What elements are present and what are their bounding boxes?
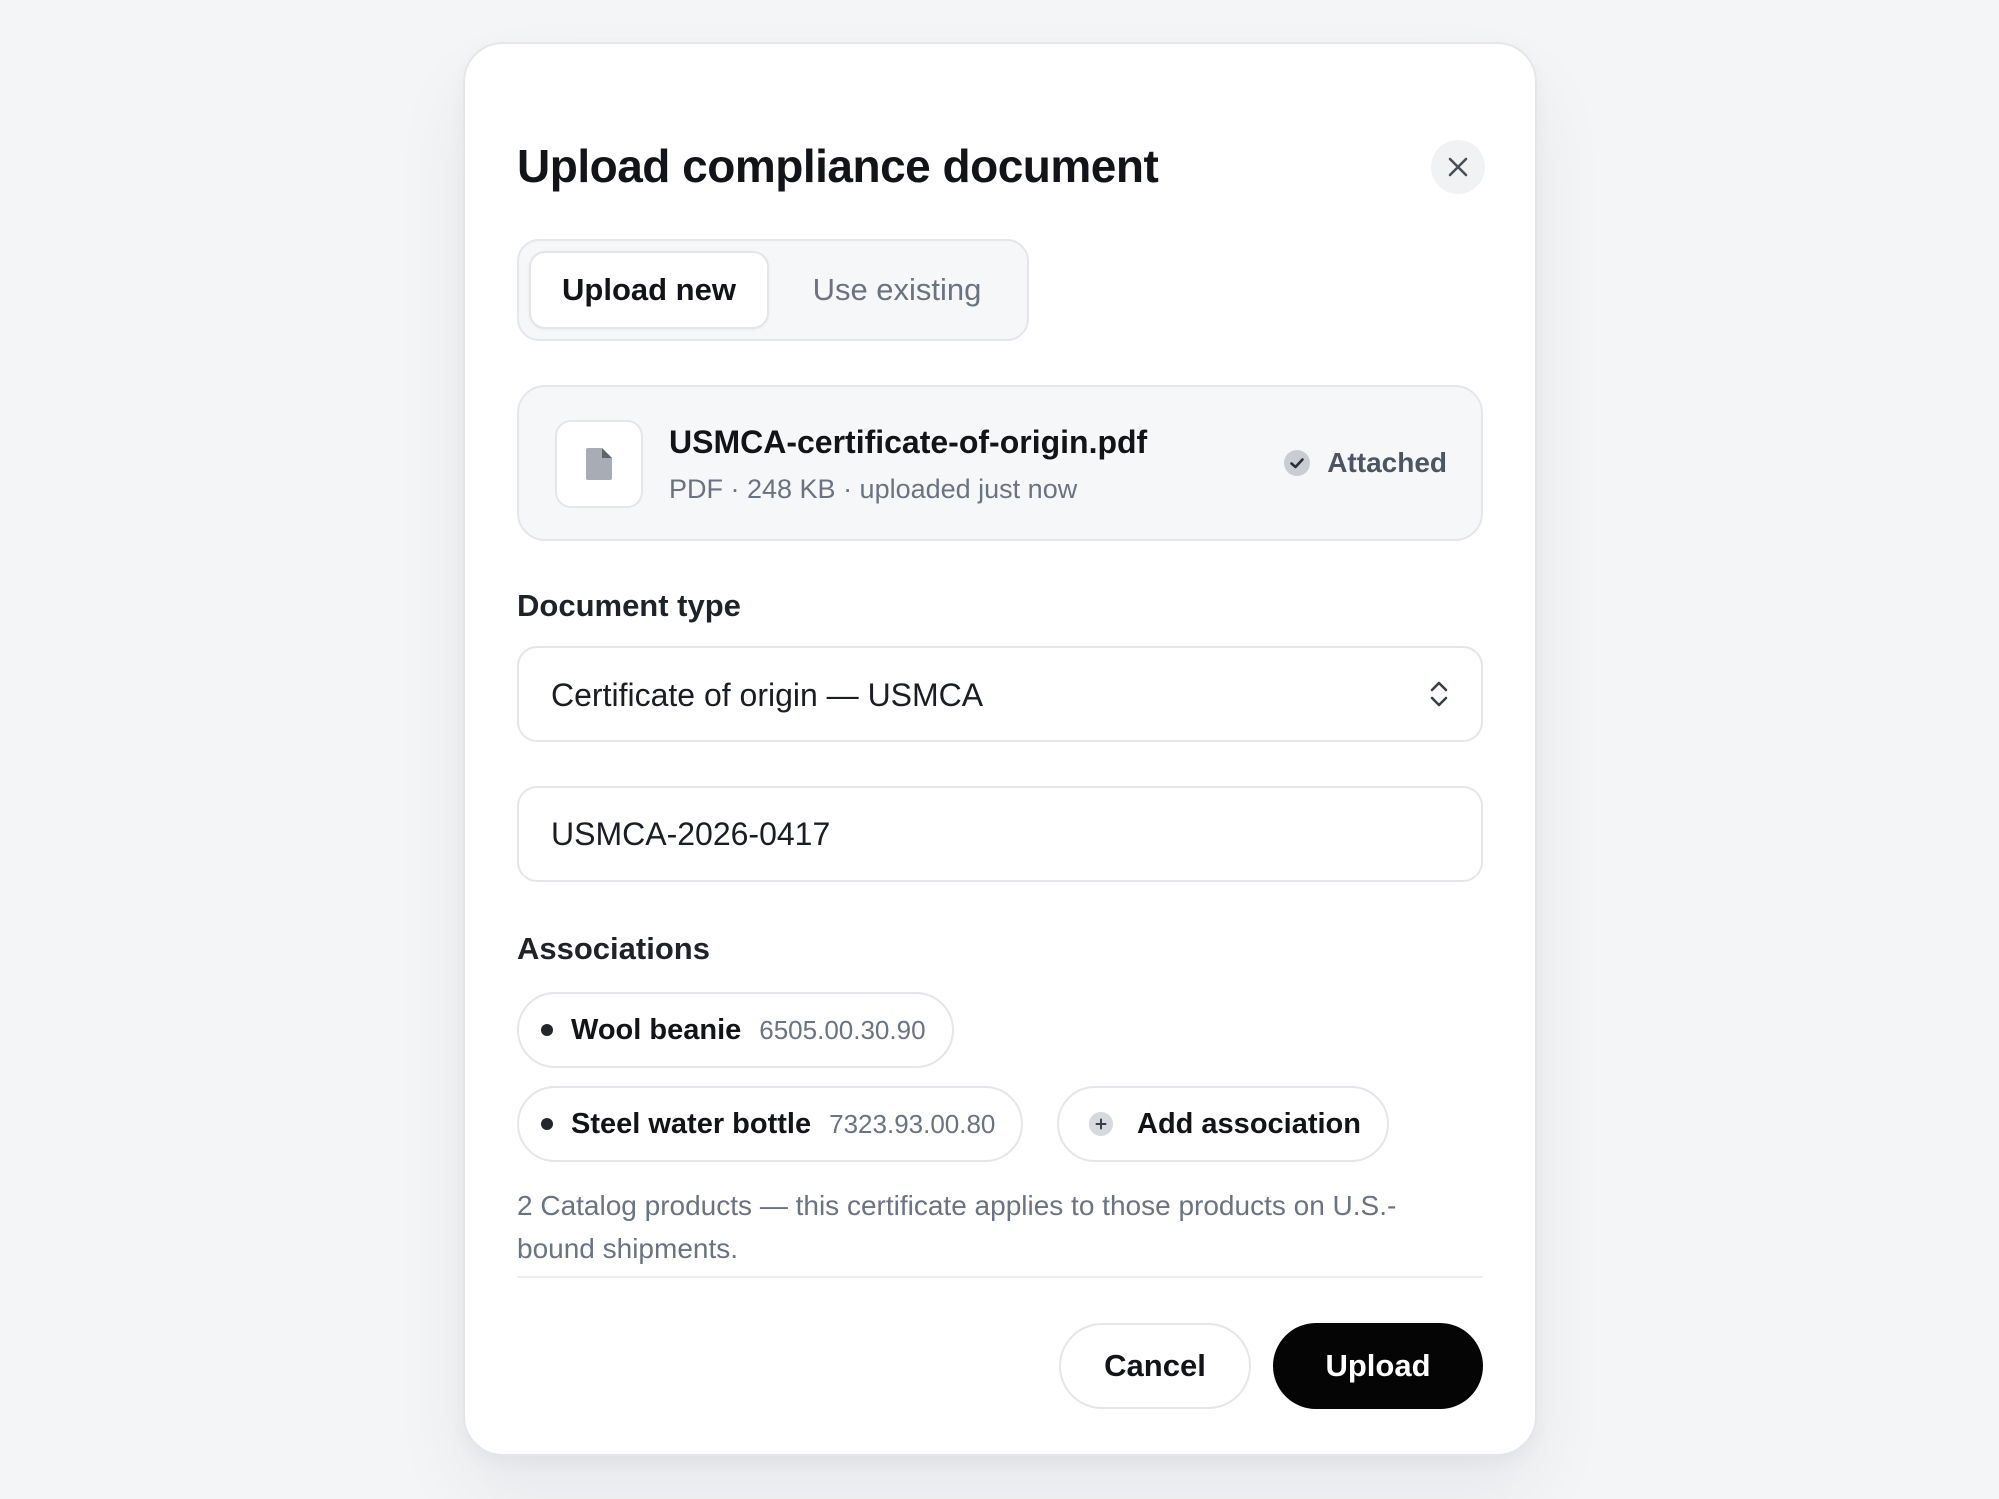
file-name: USMCA-certificate-of-origin.pdf [669,424,1148,460]
modal-title: Upload compliance document [517,140,1159,192]
reference-number-input[interactable] [517,786,1483,882]
file-status-label: Attached [1327,447,1447,478]
association-chip-wool-beanie[interactable]: Wool beanie 6505.00.30.90 [517,992,954,1068]
file-status: Attached [1283,443,1447,483]
document-type-value: Certificate of origin — USMCA [551,677,984,713]
association-name: Steel water bottle [571,1107,812,1140]
upload-button[interactable]: Upload [1273,1323,1483,1409]
add-association-label: Add association [1137,1107,1361,1140]
associations-help-text: 2 Catalog products — this certificate ap… [517,1190,1397,1264]
association-code: 6505.00.30.90 [759,1014,926,1045]
association-name: Wool beanie [571,1013,742,1046]
add-association-button[interactable]: Add association [1057,1086,1389,1162]
attached-file-card: USMCA-certificate-of-origin.pdf PDF · 24… [517,385,1483,541]
tab-use-existing[interactable]: Use existing [777,251,1017,329]
association-chip-steel-water-bottle[interactable]: Steel water bottle 7323.93.00.80 [517,1086,1024,1162]
file-thumbnail [555,420,643,508]
close-button[interactable] [1431,140,1485,194]
file-meta: PDF · 248 KB · uploaded just now [669,474,1078,504]
association-code: 7323.93.00.80 [829,1108,996,1139]
upload-mode-tabs: Upload new Use existing [517,239,1029,341]
close-icon [1448,157,1468,177]
bullet-dot-icon [541,1024,553,1036]
cancel-button[interactable]: Cancel [1059,1323,1251,1409]
bullet-dot-icon [541,1118,553,1130]
footer-divider [517,1276,1483,1278]
document-type-select[interactable]: Certificate of origin — USMCA [517,646,1483,742]
upload-modal: Upload compliance document Upload new Us… [463,42,1537,1456]
plus-icon [1089,1112,1113,1136]
associations-label: Associations [517,931,710,966]
document-type-label: Document type [517,588,741,623]
modal-content: Upload compliance document Upload new Us… [517,44,1485,1454]
file-icon [586,448,612,480]
check-circle-icon [1284,450,1311,476]
chevron-up-down-icon [1430,681,1448,707]
tab-upload-new[interactable]: Upload new [529,251,769,329]
